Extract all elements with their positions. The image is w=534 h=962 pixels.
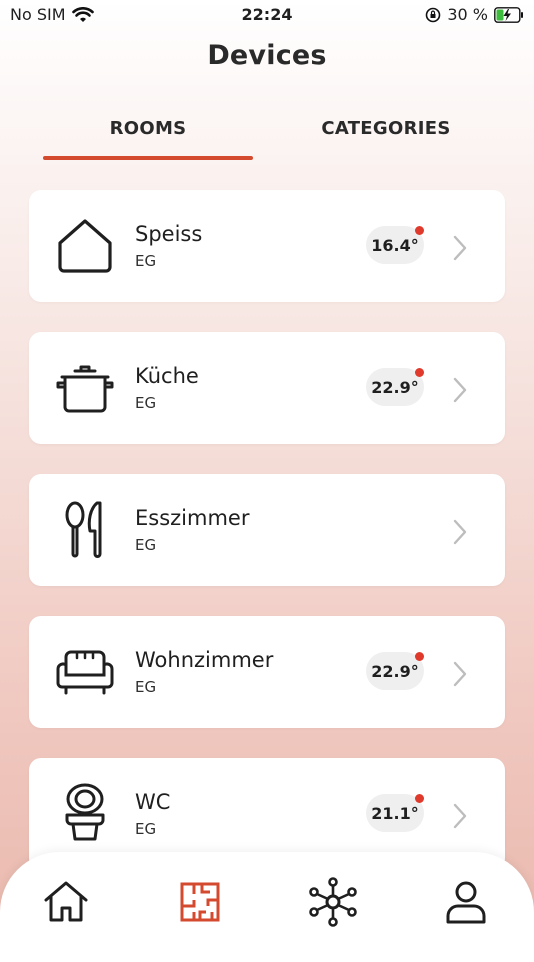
chevron-right-icon	[453, 377, 467, 403]
battery-percent: 30 %	[447, 5, 488, 24]
temperature-value: 22.9°	[371, 661, 419, 681]
temperature-badge: 16.4°	[366, 226, 424, 264]
battery-charging-icon	[494, 6, 523, 23]
alert-dot	[415, 226, 424, 235]
room-floor: EG	[135, 678, 157, 696]
room-floor: EG	[135, 820, 157, 838]
temperature-value: 21.1°	[371, 803, 419, 823]
room-floor: EG	[135, 536, 157, 554]
temperature-value: 16.4°	[371, 235, 419, 255]
user-icon	[446, 881, 486, 924]
toilet-icon	[65, 783, 105, 841]
room-card[interactable]: Esszimmer EG	[29, 474, 505, 586]
chevron-right-icon	[453, 519, 467, 545]
page-title: Devices	[207, 40, 327, 71]
room-name: Esszimmer	[135, 506, 250, 530]
room-card[interactable]: Wohnzimmer EG 22.9°	[29, 616, 505, 728]
chevron-right-icon	[453, 235, 467, 261]
nav-profile[interactable]	[440, 876, 492, 928]
orientation-lock-icon	[426, 7, 441, 22]
temperature-badge: 21.1°	[366, 794, 424, 832]
nav-rooms[interactable]	[174, 876, 226, 928]
room-floor: EG	[135, 252, 157, 270]
home-icon	[44, 881, 88, 922]
room-name: WC	[135, 790, 171, 814]
status-bar: No SIM 22:24 30 %	[0, 0, 534, 30]
temperature-value: 22.9°	[371, 377, 419, 397]
chevron-right-icon	[453, 803, 467, 829]
room-name: Wohnzimmer	[135, 648, 274, 672]
house-icon	[58, 219, 112, 273]
room-name: Speiss	[135, 222, 203, 246]
alert-dot	[415, 794, 424, 803]
status-right: 30 %	[425, 5, 524, 24]
cutlery-icon	[65, 501, 102, 558]
network-icon	[309, 877, 357, 927]
nav-home[interactable]	[40, 876, 92, 928]
tab-rooms[interactable]: ROOMS	[43, 118, 253, 139]
floorplan-icon	[180, 882, 220, 922]
alert-dot	[415, 368, 424, 377]
pot-icon	[56, 365, 114, 413]
chevron-right-icon	[453, 661, 467, 687]
bottom-nav	[0, 852, 534, 962]
room-floor: EG	[135, 394, 157, 412]
temperature-badge: 22.9°	[366, 652, 424, 690]
tab-categories[interactable]: CATEGORIES	[281, 118, 491, 139]
room-card[interactable]: Speiss EG 16.4°	[29, 190, 505, 302]
active-tab-indicator	[43, 156, 253, 160]
tab-bar: ROOMS CATEGORIES	[0, 118, 534, 168]
room-name: Küche	[135, 364, 199, 388]
room-card[interactable]: Küche EG 22.9°	[29, 332, 505, 444]
alert-dot	[415, 652, 424, 661]
nav-network[interactable]	[307, 876, 359, 928]
armchair-icon	[56, 650, 114, 695]
temperature-badge: 22.9°	[366, 368, 424, 406]
